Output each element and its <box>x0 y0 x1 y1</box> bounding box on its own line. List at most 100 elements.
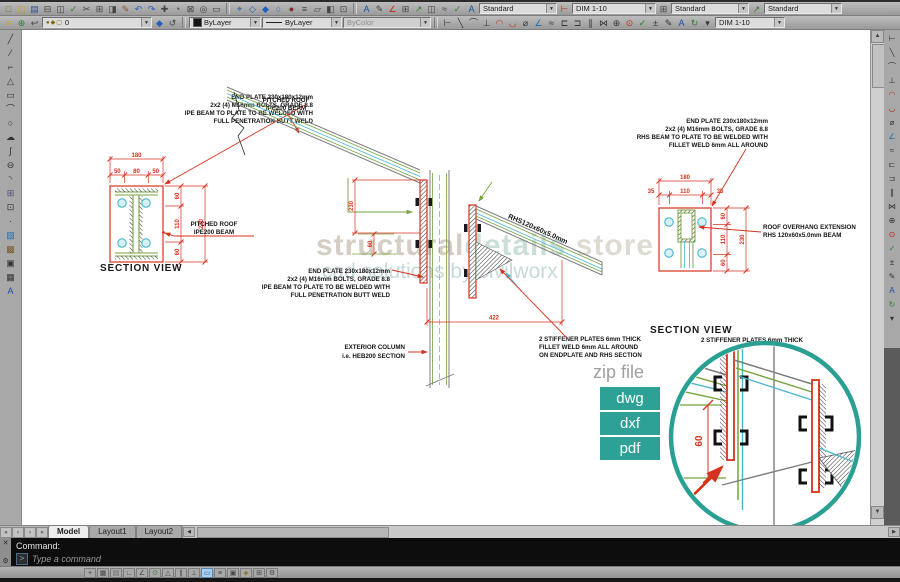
dimension-inspect-icon[interactable]: ✓ <box>636 17 649 29</box>
infer-constraints-icon[interactable]: + <box>84 568 96 578</box>
tab-layout1[interactable]: Layout1 <box>89 525 135 538</box>
named-views-icon[interactable]: ◇ <box>246 3 259 15</box>
chevron-down-icon[interactable]: ▼ <box>331 18 341 27</box>
scroll-down-icon[interactable]: ▼ <box>871 506 884 519</box>
dim-current-combo[interactable]: DIM 1-10▼ <box>715 17 785 28</box>
chevron-down-icon[interactable]: ▼ <box>645 4 655 13</box>
save-icon[interactable]: ▤ <box>28 3 41 15</box>
chevron-down-icon[interactable]: ▼ <box>774 18 784 27</box>
cut-icon[interactable]: ✂ <box>80 3 93 15</box>
table-style-combo[interactable]: Standard▼ <box>671 3 749 14</box>
dimension-update-icon[interactable]: ↻ <box>885 298 899 312</box>
hatch-icon[interactable]: ▨ <box>3 228 19 242</box>
layer-properties-icon[interactable]: ≡ <box>2 17 15 29</box>
text-style-icon[interactable]: A <box>360 3 373 15</box>
continue-dimension-icon[interactable]: ⊐ <box>885 172 899 186</box>
match-properties-icon[interactable]: ✎ <box>119 3 132 15</box>
baseline-dimension-icon[interactable]: ⊏ <box>558 17 571 29</box>
quick-properties-icon[interactable]: ◈ <box>240 568 252 578</box>
chevron-down-icon[interactable]: ▼ <box>738 4 748 13</box>
workspace-icon[interactable]: ▱ <box>311 3 324 15</box>
selection-cycling-icon[interactable]: ⊞ <box>253 568 265 578</box>
plot-icon[interactable]: ⊟ <box>41 3 54 15</box>
quick-dimension-icon[interactable]: ≈ <box>545 17 558 29</box>
horizontal-scroll-thumb[interactable] <box>197 527 389 538</box>
revision-cloud-icon[interactable]: ☁ <box>3 130 19 144</box>
tab-layout2[interactable]: Layout2 <box>136 525 182 538</box>
close-icon[interactable]: ✕ <box>3 539 9 547</box>
object-snap-icon[interactable]: ⊙ <box>149 568 161 578</box>
undo-icon[interactable]: ↶ <box>132 3 145 15</box>
jogged-dimension-icon[interactable]: ◡ <box>885 102 899 116</box>
redo-icon[interactable]: ↷ <box>145 3 158 15</box>
dimension-inspect-icon[interactable]: ✓ <box>885 242 899 256</box>
table-style-preview-icon[interactable]: ⊞ <box>657 3 670 15</box>
rectangle-icon[interactable]: ▭ <box>3 88 19 102</box>
vertical-scrollbar[interactable]: ▲ ▼ <box>870 30 884 525</box>
angular-dimension-icon[interactable]: ∠ <box>885 130 899 144</box>
view-manager-icon[interactable]: ⊡ <box>337 3 350 15</box>
linetype-manager-icon[interactable]: ≈ <box>438 3 451 15</box>
horizontal-scrollbar[interactable]: ◀ ▶ <box>182 526 900 538</box>
3d-object-snap-icon[interactable]: △ <box>162 568 174 578</box>
standards-icon[interactable]: ✓ <box>451 3 464 15</box>
dimension-break-icon[interactable]: ⋈ <box>885 200 899 214</box>
circle-icon[interactable]: ○ <box>3 116 19 130</box>
3d-views-icon[interactable]: ◆ <box>259 3 272 15</box>
polyline-icon[interactable]: ⌐ <box>3 60 19 74</box>
open-icon[interactable]: ◱ <box>15 3 28 15</box>
dimension-text-edit-icon[interactable]: A <box>675 17 688 29</box>
dimension-edit-icon[interactable]: ✎ <box>662 17 675 29</box>
tab-model[interactable]: Model <box>48 525 89 538</box>
linear-dimension-icon[interactable]: ⊢ <box>441 17 454 29</box>
scroll-right-icon[interactable]: ▶ <box>888 527 900 537</box>
dimension-edit-icon[interactable]: ✎ <box>885 270 899 284</box>
command-input-row[interactable]: > Type a command <box>16 553 101 565</box>
arc-icon[interactable]: ⌒ <box>3 102 19 116</box>
table-icon[interactable]: ▦ <box>3 270 19 284</box>
ucs-icon[interactable]: ⌖ <box>233 3 246 15</box>
ordinate-dimension-icon[interactable]: ⊥ <box>480 17 493 29</box>
prev-tab-icon[interactable]: ‹ <box>12 527 24 538</box>
chevron-down-icon[interactable]: ▼ <box>831 4 841 13</box>
drawing-area[interactable]: structuraldetails store cad solutions by… <box>22 30 870 525</box>
region-icon[interactable]: ▣ <box>3 256 19 270</box>
polygon-icon[interactable]: △ <box>3 74 19 88</box>
arc-length-icon[interactable]: ⌒ <box>885 60 899 74</box>
dimension-update-icon[interactable]: ↻ <box>688 17 701 29</box>
jogged-linear-icon[interactable]: ± <box>649 17 662 29</box>
grid-display-icon[interactable]: ▤ <box>110 568 122 578</box>
angular-dimension-icon[interactable]: ∠ <box>532 17 545 29</box>
render-icon[interactable]: ● <box>285 3 298 15</box>
quick-dimension-icon[interactable]: ≈ <box>885 144 899 158</box>
properties-icon[interactable]: ▭ <box>210 3 223 15</box>
chevron-down-icon[interactable]: ▼ <box>141 18 151 27</box>
mleader-style-preview-icon[interactable]: ↗ <box>750 3 763 15</box>
linear-dimension-icon[interactable]: ⊢ <box>885 32 899 46</box>
copy-icon[interactable]: ⊞ <box>93 3 106 15</box>
center-mark-icon[interactable]: ⊙ <box>623 17 636 29</box>
aligned-dimension-icon[interactable]: ╲ <box>885 46 899 60</box>
dim-style-control-icon[interactable]: ▾ <box>701 17 714 29</box>
ortho-mode-icon[interactable]: ∟ <box>123 568 135 578</box>
transparency-icon[interactable]: ▣ <box>227 568 239 578</box>
command-window[interactable]: ✕ ⚙ Command: > Type a command <box>0 538 900 566</box>
table-style-icon[interactable]: ⊞ <box>399 3 412 15</box>
dimension-break-icon[interactable]: ⋈ <box>597 17 610 29</box>
orbit-icon[interactable]: ○ <box>272 3 285 15</box>
dimension-text-edit-icon[interactable]: A <box>885 284 899 298</box>
mtext-icon[interactable]: ✎ <box>373 3 386 15</box>
diameter-dimension-icon[interactable]: ⌀ <box>885 116 899 130</box>
dimension-space-icon[interactable]: ∥ <box>584 17 597 29</box>
arc-length-icon[interactable]: ⌒ <box>467 17 480 29</box>
spell-icon[interactable]: ✓ <box>67 3 80 15</box>
radius-dimension-icon[interactable]: ◠ <box>493 17 506 29</box>
baseline-dimension-icon[interactable]: ⊏ <box>885 158 899 172</box>
style-manager-icon[interactable]: ◫ <box>425 3 438 15</box>
dynamic-ucs-icon[interactable]: ⊥ <box>188 568 200 578</box>
point-icon[interactable]: · <box>3 214 19 228</box>
qnew-icon[interactable]: □ <box>2 3 15 15</box>
paste-icon[interactable]: ◨ <box>106 3 119 15</box>
lineweight-icon[interactable]: ≡ <box>214 568 226 578</box>
ellipse-arc-icon[interactable]: ◝ <box>3 172 19 186</box>
